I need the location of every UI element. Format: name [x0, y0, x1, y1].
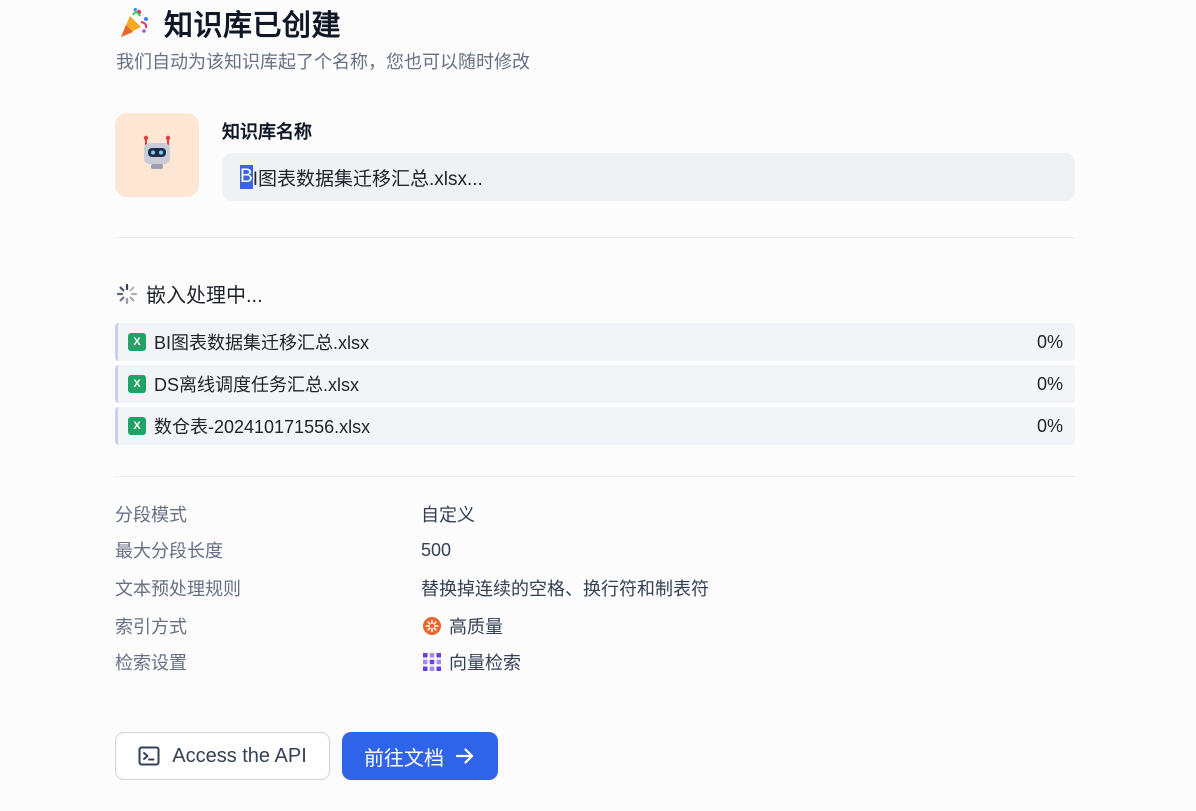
setting-row-segment-mode: 分段模式 自定义: [115, 496, 1075, 532]
page-subtitle: 我们自动为该知识库起了个名称，您也可以随时修改: [116, 52, 530, 72]
file-progress: 0%: [1036, 415, 1063, 436]
setting-value: 替换掉连续的空格、换行符和制表符: [421, 579, 709, 599]
embedding-file-list: X BI图表数据集迁移汇总.xlsx 0% X DS离线调度任务汇总.xlsx …: [115, 323, 1075, 449]
knowledge-name-label: 知识库名称: [222, 122, 312, 142]
setting-key: 最大分段长度: [115, 541, 223, 561]
title-row: 知识库已创建: [116, 4, 530, 42]
setting-row-max-length: 最大分段长度 500: [115, 532, 1075, 568]
knowledge-created-page: 知识库已创建 我们自动为该知识库起了个名称，您也可以随时修改 知识库名称 B I图…: [0, 0, 1196, 811]
party-popper-icon: [116, 5, 152, 41]
go-to-docs-label: 前往文档: [364, 747, 444, 770]
go-to-docs-button[interactable]: 前往文档: [342, 732, 498, 780]
setting-row-preprocess: 文本预处理规则 替换掉连续的空格、换行符和制表符: [115, 568, 1075, 608]
header: 知识库已创建 我们自动为该知识库起了个名称，您也可以随时修改: [116, 4, 530, 74]
file-row: X DS离线调度任务汇总.xlsx 0%: [115, 365, 1075, 403]
file-row: X 数仓表-202410171556.xlsx 0%: [115, 407, 1075, 445]
excel-file-icon: X: [128, 333, 146, 351]
setting-value: 向量检索: [421, 649, 521, 675]
setting-row-retrieval: 检索设置 向量检索: [115, 644, 1075, 680]
arrow-right-icon: [455, 748, 474, 764]
setting-value: 自定义: [421, 505, 475, 525]
file-name: 数仓表-202410171556.xlsx: [154, 417, 371, 437]
setting-key: 文本预处理规则: [115, 579, 241, 599]
setting-value: 高质量: [421, 613, 503, 639]
loading-spinner-icon: [116, 283, 138, 304]
index-mode-value: 高质量: [449, 617, 503, 637]
robot-icon: [138, 134, 176, 177]
retrieval-value: 向量检索: [449, 653, 521, 673]
divider: [115, 476, 1075, 477]
file-name: BI图表数据集迁移汇总.xlsx: [154, 333, 370, 353]
name-input-value: I图表数据集迁移汇总.xlsx...: [252, 168, 483, 190]
embedding-status-text: 嵌入处理中...: [146, 285, 263, 307]
file-name: DS离线调度任务汇总.xlsx: [154, 375, 360, 395]
file-progress: 0%: [1036, 331, 1063, 352]
setting-key: 分段模式: [115, 505, 187, 525]
file-row: X BI图表数据集迁移汇总.xlsx 0%: [115, 323, 1075, 361]
knowledge-avatar[interactable]: [115, 113, 199, 197]
knowledge-name-input[interactable]: B I图表数据集迁移汇总.xlsx...: [222, 153, 1075, 201]
selected-text: B: [240, 165, 253, 189]
file-progress: 0%: [1036, 373, 1063, 394]
excel-file-icon: X: [128, 375, 146, 393]
setting-value: 500: [421, 539, 452, 560]
setting-key: 索引方式: [115, 617, 187, 637]
excel-file-icon: X: [128, 417, 146, 435]
divider: [115, 237, 1075, 238]
access-api-button[interactable]: Access the API: [115, 732, 330, 780]
high-quality-icon: [421, 615, 443, 637]
embedding-status: 嵌入处理中...: [116, 279, 263, 308]
setting-row-index-mode: 索引方式 高质量: [115, 608, 1075, 644]
setting-key: 检索设置: [115, 653, 187, 673]
terminal-icon: [138, 746, 160, 766]
settings-summary: 分段模式 自定义 最大分段长度 500 文本预处理规则 替换掉连续的空格、换行符…: [115, 496, 1075, 680]
vector-grid-icon: [421, 651, 443, 673]
page-title: 知识库已创建: [164, 10, 342, 42]
access-api-label: Access the API: [172, 744, 307, 767]
